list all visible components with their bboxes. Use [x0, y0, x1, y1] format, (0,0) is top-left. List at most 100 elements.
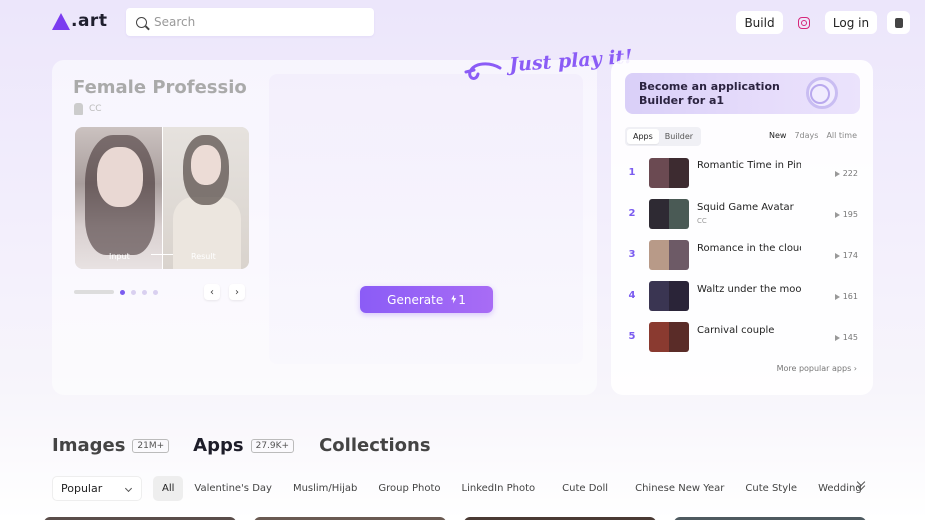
app-detail-panel: Female Professional ... CC Input Result …: [52, 60, 597, 395]
tab-builder[interactable]: Builder: [659, 129, 699, 144]
carousel-dot[interactable]: [131, 290, 136, 295]
carousel-progress: [74, 290, 114, 294]
chip-chinese-new-year[interactable]: Chinese New Year: [625, 476, 734, 501]
play-count-value: 145: [842, 333, 858, 342]
thumb-right: [669, 322, 689, 352]
thumb-right: [669, 240, 689, 270]
tab-apps-section[interactable]: Apps: [193, 435, 243, 456]
thumb-right: [669, 281, 689, 311]
time-filter-tabs: New 7days All time: [769, 131, 857, 140]
play-count-value: 195: [842, 210, 858, 219]
app-thumbnail: [649, 199, 689, 229]
swoosh-icon: [464, 62, 502, 80]
category-chips: All Valentine's Day Muslim/Hijab Group P…: [153, 476, 873, 501]
instagram-link[interactable]: [793, 11, 815, 34]
expand-filters-icon[interactable]: [856, 477, 866, 495]
ranking-type-tabs: Apps Builder: [625, 127, 702, 146]
preview-face: [97, 147, 143, 207]
thumb-right: [669, 158, 689, 188]
tab-new[interactable]: New: [769, 131, 786, 140]
carousel-dot[interactable]: [120, 290, 125, 295]
app-thumbnail: [649, 158, 689, 188]
play-count: 195: [834, 210, 858, 219]
app-name: Romantic Time in Pin...: [697, 160, 801, 171]
more-popular-apps-link[interactable]: More popular apps ›: [777, 364, 857, 373]
play-count: 222: [834, 169, 858, 178]
rank-number: 4: [628, 290, 636, 301]
generate-button[interactable]: Generate 1: [360, 286, 493, 313]
rank-number: 5: [628, 331, 636, 342]
app-name: Carnival couple: [697, 325, 775, 336]
thumb-left: [649, 158, 669, 188]
play-count-value: 174: [842, 251, 858, 260]
sort-value: Popular: [61, 482, 103, 495]
list-item[interactable]: 1 Romantic Time in Pin... 222: [625, 158, 858, 188]
app-name: Waltz under the moon: [697, 284, 801, 295]
play-count-value: 222: [842, 169, 858, 178]
carousel-prev-button[interactable]: ‹: [204, 284, 220, 300]
list-item[interactable]: 2 Squid Game Avatar CC 195: [625, 199, 858, 229]
images-count-badge: 21M+: [132, 438, 170, 453]
logo-mark-icon: [52, 12, 70, 30]
app-thumbnail: [649, 322, 689, 352]
tab-all-time[interactable]: All time: [826, 131, 857, 140]
thumb-left: [649, 199, 669, 229]
chip-linkedin-photo[interactable]: LinkedIn Photo: [452, 476, 546, 501]
preview-face: [191, 145, 221, 185]
preview-result-label: Result: [191, 252, 216, 261]
chip-cute-style[interactable]: Cute Style: [735, 476, 807, 501]
preview-input-image: [75, 127, 162, 269]
chip-muslim-hijab[interactable]: Muslim/Hijab: [283, 476, 367, 501]
author-avatar: [74, 103, 83, 115]
chip-cute-doll[interactable]: Cute Doll: [546, 476, 624, 501]
generate-cost: 1: [451, 293, 466, 307]
user-icon: [894, 17, 903, 28]
user-menu-button[interactable]: [887, 11, 910, 34]
sort-select[interactable]: Popular: [52, 476, 142, 501]
app-name: Romance in the clouds: [697, 243, 801, 254]
chevron-left-icon: ‹: [210, 286, 214, 298]
chip-all[interactable]: All: [153, 476, 184, 501]
bolt-icon: [451, 294, 457, 304]
list-item[interactable]: 4 Waltz under the moon 161: [625, 281, 858, 311]
search-input[interactable]: [154, 15, 354, 29]
play-icon: [834, 211, 840, 218]
play-count: 161: [834, 292, 858, 301]
logo-text: .art: [71, 11, 108, 31]
chevron-down-icon: [124, 484, 133, 493]
carousel-next-button[interactable]: ›: [229, 284, 245, 300]
carousel-dot[interactable]: [153, 290, 158, 295]
list-item[interactable]: 5 Carnival couple 145: [625, 322, 858, 352]
login-button[interactable]: Log in: [825, 11, 877, 34]
play-count: 145: [834, 333, 858, 342]
preview-input-label: Input: [109, 252, 130, 261]
chevron-right-icon: ›: [235, 286, 239, 298]
app-author: CC: [697, 217, 707, 225]
tab-apps[interactable]: Apps: [627, 129, 659, 144]
ranking-panel: Become an application Builder for a1 App…: [611, 60, 873, 395]
generate-area: Generate 1: [269, 74, 583, 364]
app-title: Female Professional ...: [73, 77, 248, 98]
tab-collections[interactable]: Collections: [319, 435, 430, 456]
banner-title: Become an application Builder for a1: [639, 80, 780, 107]
app-name: Squid Game Avatar: [697, 202, 794, 213]
tab-images[interactable]: Images: [52, 435, 125, 456]
preview-result-image: [162, 127, 249, 269]
app-author[interactable]: CC: [74, 103, 102, 115]
list-item[interactable]: 3 Romance in the clouds 174: [625, 240, 858, 270]
tab-7days[interactable]: 7days: [794, 131, 818, 140]
search-bar[interactable]: [126, 8, 374, 36]
chevron-right-icon: ›: [853, 364, 857, 373]
rank-number: 3: [628, 249, 636, 260]
chip-valentines-day[interactable]: Valentine's Day: [184, 476, 282, 501]
banner-logo-ring: [810, 84, 830, 104]
logo[interactable]: .art: [52, 11, 107, 31]
builder-banner[interactable]: Become an application Builder for a1: [625, 73, 860, 114]
app-thumbnail: [649, 240, 689, 270]
build-button[interactable]: Build: [736, 11, 783, 34]
apps-count-badge: 27.9K+: [250, 438, 295, 453]
play-icon: [834, 293, 840, 300]
carousel-dot[interactable]: [142, 290, 147, 295]
chip-group-photo[interactable]: Group Photo: [368, 476, 450, 501]
author-name: CC: [89, 104, 102, 114]
